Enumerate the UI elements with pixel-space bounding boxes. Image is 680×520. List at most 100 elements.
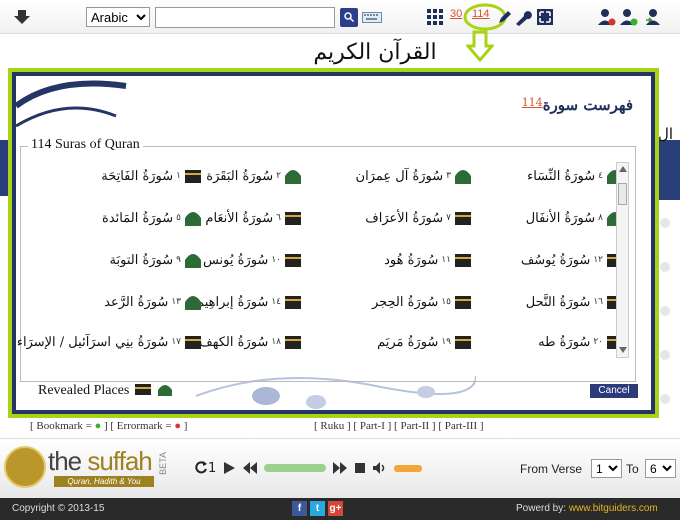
sura-item[interactable]: ١٩ سُورَةُ مَريَم: [377, 330, 472, 354]
from-verse-select[interactable]: 1: [591, 459, 622, 478]
sura-name: سُورَةُ بنِي اسرَآئيل / الإسرَاء: [16, 334, 169, 350]
modal-title: فهرست سورة114: [521, 96, 633, 114]
page-title: القرآن الكريم: [313, 40, 437, 65]
sura-name: سُورَةُ يُونس: [202, 252, 269, 268]
scroll-down-icon[interactable]: [619, 347, 627, 353]
modal-count-link[interactable]: 114: [522, 96, 543, 109]
download-arrow-icon[interactable]: [14, 10, 30, 24]
suffah-logo[interactable]: the suffah: [48, 446, 153, 477]
sura-item[interactable]: ١١ سُورَةُ هُود: [384, 248, 472, 272]
sura-item[interactable]: ١٧ سُورَةُ بنِي اسرَآئيل / الإسرَاء: [17, 330, 202, 354]
search-input[interactable]: [155, 7, 335, 28]
makka-kaaba-icon: [185, 170, 201, 183]
sura-number: ٢٠: [593, 337, 603, 347]
sura-name: سُورَةُ يُوسُف: [520, 252, 591, 268]
makka-kaaba-icon: [455, 254, 471, 267]
makka-kaaba-icon: [285, 254, 301, 267]
facebook-icon[interactable]: f: [292, 501, 307, 516]
sura-item[interactable]: ١٣ سُورَةُ الرَّعد: [104, 290, 202, 314]
background-dot: [660, 306, 670, 316]
logo-tagline: Quran, Hadith & You: [54, 476, 154, 487]
language-select[interactable]: Arabic: [86, 7, 150, 27]
background-dot: [660, 262, 670, 272]
sura-name: سُورَةُ النَّحل: [525, 294, 591, 310]
fullscreen-icon[interactable]: [536, 8, 554, 26]
sura-number: ٦: [276, 213, 281, 223]
madina-dome-icon: [185, 212, 201, 226]
keyboard-icon[interactable]: [362, 12, 382, 23]
madina-dome-icon: [285, 170, 301, 184]
madina-dome-icon: [185, 296, 201, 310]
fast-forward-icon[interactable]: [332, 461, 348, 475]
makka-kaaba-icon: [185, 336, 201, 349]
sura-item[interactable]: ٢ سُورَةُ البَقَرَة: [206, 164, 302, 188]
sura-item[interactable]: ٤ سُورَةُ النِّسَاء: [527, 164, 624, 188]
sura-item[interactable]: ١٨ سُورَةُ الكهف: [199, 330, 302, 354]
sura-number: ٨: [598, 213, 603, 223]
makka-kaaba-icon: [285, 296, 301, 309]
copyright-text: Copyright © 2013-15: [12, 503, 105, 514]
sura-item[interactable]: ١ سُورَةُ الفَاتِحَة: [101, 164, 202, 188]
stop-icon[interactable]: [354, 462, 366, 474]
sura-name: سُورَةُ المَائدة: [102, 210, 174, 226]
sura-item[interactable]: ١٠ سُورَةُ يُونس: [203, 248, 302, 272]
sura-number: ١٤: [271, 297, 281, 307]
grid-icon[interactable]: [426, 8, 444, 26]
background-dot: [660, 218, 670, 228]
cancel-button[interactable]: Cancel: [590, 384, 638, 398]
sura-item[interactable]: ٩ سُورَةُ التوبَة: [110, 248, 202, 272]
sura-name: سُورَةُ آل عِمرَان: [355, 168, 444, 184]
sura-index-modal: فهرست سورة114 114 Suras of Quran ٤ سُورَة…: [12, 72, 655, 414]
juz-count-link[interactable]: 30: [450, 8, 462, 20]
sura-name: سُورَةُ هُود: [384, 252, 439, 268]
wrench-icon[interactable]: [514, 8, 532, 26]
down-arrow-indicator-icon: [466, 30, 494, 63]
user-switch-icon[interactable]: [644, 8, 662, 26]
sura-number: ٩: [176, 255, 181, 265]
sura-number: ١٥: [441, 297, 451, 307]
sura-name: سُورَةُ البَقَرَة: [206, 168, 274, 184]
google-plus-icon[interactable]: g+: [328, 501, 343, 516]
sura-name: سُورَةُ الكهف: [199, 334, 269, 350]
sura-item[interactable]: ١٢ سُورَةُ يُوسُف: [521, 248, 624, 272]
sura-item[interactable]: ٦ سُورَةُ الأنعَام: [205, 206, 302, 230]
sura-item[interactable]: ٥ سُورَةُ المَائدة: [102, 206, 202, 230]
scroll-up-icon[interactable]: [619, 166, 627, 172]
progress-bar[interactable]: [264, 464, 327, 472]
sura-number: ٣: [446, 171, 451, 181]
makka-kaaba-icon: [285, 212, 301, 225]
top-toolbar: Arabic 30 114: [0, 0, 680, 34]
madina-dome-icon: [455, 170, 471, 184]
sura-item[interactable]: ١٦ سُورَةُ النَّحل: [526, 290, 624, 314]
pencil-icon[interactable]: [496, 8, 514, 26]
user-add-icon[interactable]: [620, 8, 638, 26]
sura-item[interactable]: ١٤ سُورَةُ إبراهِيم: [196, 290, 302, 314]
rewind-icon[interactable]: [242, 461, 258, 475]
search-button[interactable]: [340, 8, 358, 27]
to-verse-select[interactable]: 6: [645, 459, 676, 478]
scrollbar-thumb[interactable]: [618, 183, 627, 205]
volume-icon[interactable]: [372, 461, 388, 475]
suffah-logo-emblem: [4, 446, 46, 488]
from-verse-label: From Verse: [520, 462, 583, 476]
repeat-control[interactable]: 1: [194, 460, 216, 476]
sura-item[interactable]: ١٥ سُورَةُ الحِجر: [372, 290, 472, 314]
makka-kaaba-icon: [285, 336, 301, 349]
sura-item[interactable]: ٨ سُورَةُ الأنفَال: [526, 206, 624, 230]
twitter-icon[interactable]: t: [310, 501, 325, 516]
powered-by-link[interactable]: www.bitguiders.com: [569, 503, 658, 514]
play-icon[interactable]: [222, 461, 236, 475]
sura-name: سُورَةُ الأعرَاف: [365, 210, 444, 226]
makka-kaaba-icon: [455, 296, 471, 309]
sura-number: ١٨: [271, 337, 281, 347]
sura-item[interactable]: ٧ سُورَةُ الأعرَاف: [365, 206, 472, 230]
sura-item[interactable]: ٣ سُورَةُ آل عِمرَان: [356, 164, 472, 188]
sura-list-scrollbar[interactable]: [616, 162, 629, 358]
decorative-swirl: [16, 80, 127, 128]
sura-item[interactable]: ٢٠ سُورَةُ طه: [538, 330, 624, 354]
user-remove-icon[interactable]: [598, 8, 616, 26]
volume-slider[interactable]: [394, 464, 423, 472]
sura-number: ٧: [446, 213, 451, 223]
sura-number: ١١: [441, 255, 451, 265]
beta-badge: BETA: [158, 452, 168, 475]
